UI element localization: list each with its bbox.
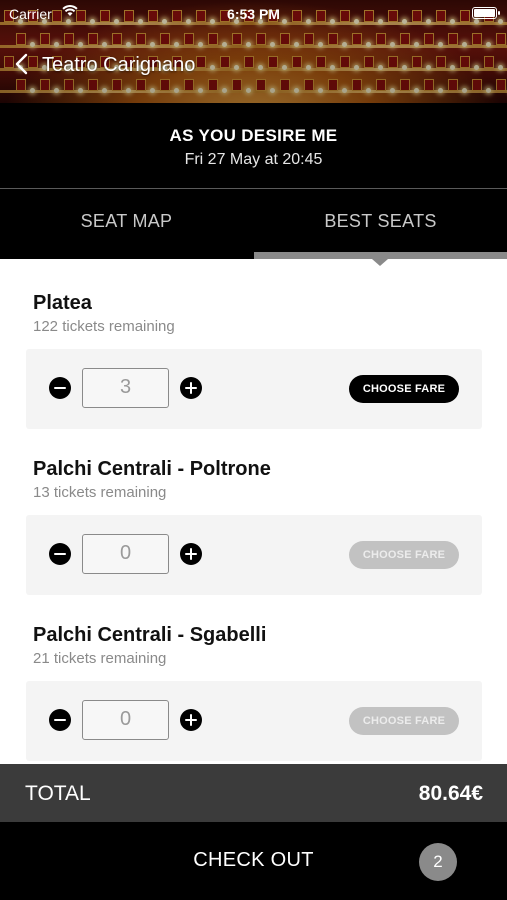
tickets-remaining: 21 tickets remaining	[33, 650, 167, 667]
venue-title: Teatro Carignano	[42, 54, 196, 76]
status-time: 6:53 PM	[227, 6, 280, 22]
total-label: TOTAL	[25, 782, 91, 805]
tab-seat-map[interactable]: SEAT MAP	[0, 189, 253, 253]
plus-circle-icon[interactable]	[180, 543, 202, 565]
event-name: AS YOU DESIRE ME	[169, 126, 338, 145]
quantity-field[interactable]: 0	[82, 534, 169, 574]
plus-circle-icon[interactable]	[180, 709, 202, 731]
checkout-button[interactable]: CHECK OUT 2	[0, 822, 507, 900]
section-name: Platea	[33, 292, 92, 314]
section-name: Palchi Centrali - Poltrone	[33, 458, 271, 480]
tab-selected-indicator	[254, 252, 507, 259]
status-bar: Carrier 6:53 PM	[0, 0, 507, 28]
quantity-field[interactable]: 0	[82, 700, 169, 740]
quantity-field[interactable]: 3	[82, 368, 169, 408]
event-info: AS YOU DESIRE ME Fri 27 May at 20:45	[0, 103, 507, 189]
battery-icon	[472, 7, 500, 19]
nav-bar: Teatro Carignano	[0, 52, 507, 82]
choose-fare-button[interactable]: CHOOSE FARE	[349, 375, 459, 403]
choose-fare-button[interactable]: CHOOSE FARE	[349, 707, 459, 735]
tickets-remaining: 122 tickets remaining	[33, 318, 175, 335]
cart-count-badge: 2	[419, 843, 457, 881]
event-date: Fri 27 May at 20:45	[184, 151, 323, 168]
chevron-left-icon[interactable]	[14, 52, 34, 82]
quantity-row: 0 CHOOSE FARE	[26, 515, 482, 595]
plus-circle-icon[interactable]	[180, 377, 202, 399]
tab-bar: SEAT MAP BEST SEATS	[0, 189, 507, 259]
tab-best-seats[interactable]: BEST SEATS	[254, 189, 507, 253]
tab-caret-icon	[372, 259, 388, 266]
quantity-row: 0 CHOOSE FARE	[26, 681, 482, 761]
minus-circle-icon[interactable]	[49, 543, 71, 565]
minus-circle-icon[interactable]	[49, 709, 71, 731]
section-name: Palchi Centrali - Sgabelli	[33, 624, 267, 646]
total-bar: TOTAL 80.64€	[0, 764, 507, 822]
tickets-remaining: 13 tickets remaining	[33, 484, 167, 501]
total-amount: 80.64€	[418, 782, 483, 805]
quantity-row: 3 CHOOSE FARE	[26, 349, 482, 429]
choose-fare-button[interactable]: CHOOSE FARE	[349, 541, 459, 569]
minus-circle-icon[interactable]	[49, 377, 71, 399]
